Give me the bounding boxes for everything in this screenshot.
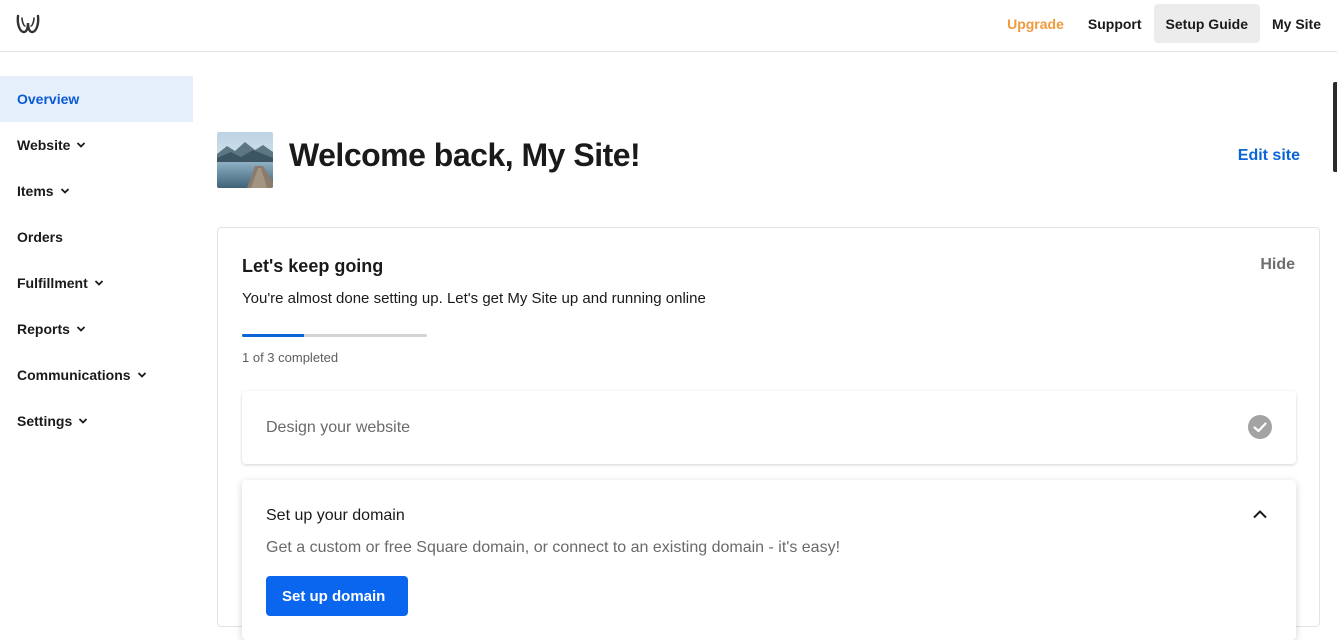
chevron-down-icon	[94, 280, 103, 286]
edit-site-link[interactable]: Edit site	[1238, 147, 1300, 165]
step-description: Get a custom or free Square domain, or c…	[266, 539, 841, 556]
progress-fill	[242, 334, 304, 337]
sidebar-item-label: Overview	[17, 91, 80, 107]
sidebar-item-label: Reports	[17, 321, 70, 337]
check-circle-icon	[1248, 415, 1272, 439]
sidebar-item-label: Website	[17, 137, 71, 153]
setup-guide-card: Let's keep going Hide You're almost done…	[217, 227, 1320, 640]
setup-guide-link[interactable]: Setup Guide	[1153, 4, 1260, 43]
chevron-down-icon	[77, 142, 86, 148]
top-navigation: Upgrade Support Setup Guide My Site	[995, 4, 1333, 43]
sidebar-item-settings[interactable]: Settings	[0, 398, 193, 444]
sidebar-item-label: Orders	[17, 229, 63, 245]
step-set-up-domain: Set up your domain Get a custom or free …	[242, 480, 1296, 640]
welcome-header: Welcome back, My Site! Edit site	[217, 132, 1320, 188]
sidebar-item-communications[interactable]: Communications	[0, 352, 193, 398]
set-up-domain-button[interactable]: Set up domain	[266, 576, 408, 616]
chevron-down-icon	[76, 326, 86, 332]
step-label: Set up your domain	[266, 507, 405, 524]
sidebar-item-items[interactable]: Items	[0, 168, 193, 214]
progress-bar	[242, 334, 427, 337]
sidebar-item-website[interactable]: Website	[0, 122, 193, 168]
card-subtitle: You're almost done setting up. Let's get…	[242, 290, 706, 307]
weebly-logo-icon[interactable]	[16, 13, 40, 35]
chevron-down-icon	[137, 372, 146, 378]
scrollbar[interactable]	[1333, 82, 1337, 172]
step-design-website[interactable]: Design your website	[242, 391, 1296, 464]
sidebar: Overview Website Items Orders Fulfillmen…	[0, 76, 193, 444]
progress-text: 1 of 3 completed	[242, 350, 339, 365]
sidebar-item-overview[interactable]: Overview	[0, 76, 193, 122]
my-site-menu[interactable]: My Site	[1260, 4, 1333, 43]
top-bar: Upgrade Support Setup Guide My Site	[0, 0, 1337, 52]
chevron-down-icon	[79, 418, 88, 424]
sidebar-item-label: Communications	[17, 367, 131, 383]
site-thumbnail[interactable]	[217, 132, 273, 188]
chevron-down-icon	[60, 188, 69, 194]
support-link[interactable]: Support	[1076, 4, 1154, 43]
sidebar-item-fulfillment[interactable]: Fulfillment	[0, 260, 193, 306]
chevron-up-icon[interactable]	[1252, 508, 1268, 520]
sidebar-item-orders[interactable]: Orders	[0, 214, 193, 260]
step-label: Design your website	[266, 419, 411, 436]
sidebar-item-label: Fulfillment	[17, 275, 88, 291]
card-title: Let's keep going	[242, 256, 384, 276]
page-title: Welcome back, My Site!	[289, 137, 641, 173]
hide-button[interactable]: Hide	[1260, 256, 1295, 274]
sidebar-item-label: Settings	[17, 413, 73, 429]
upgrade-link[interactable]: Upgrade	[995, 4, 1076, 43]
sidebar-item-label: Items	[17, 183, 54, 199]
sidebar-item-reports[interactable]: Reports	[0, 306, 193, 352]
